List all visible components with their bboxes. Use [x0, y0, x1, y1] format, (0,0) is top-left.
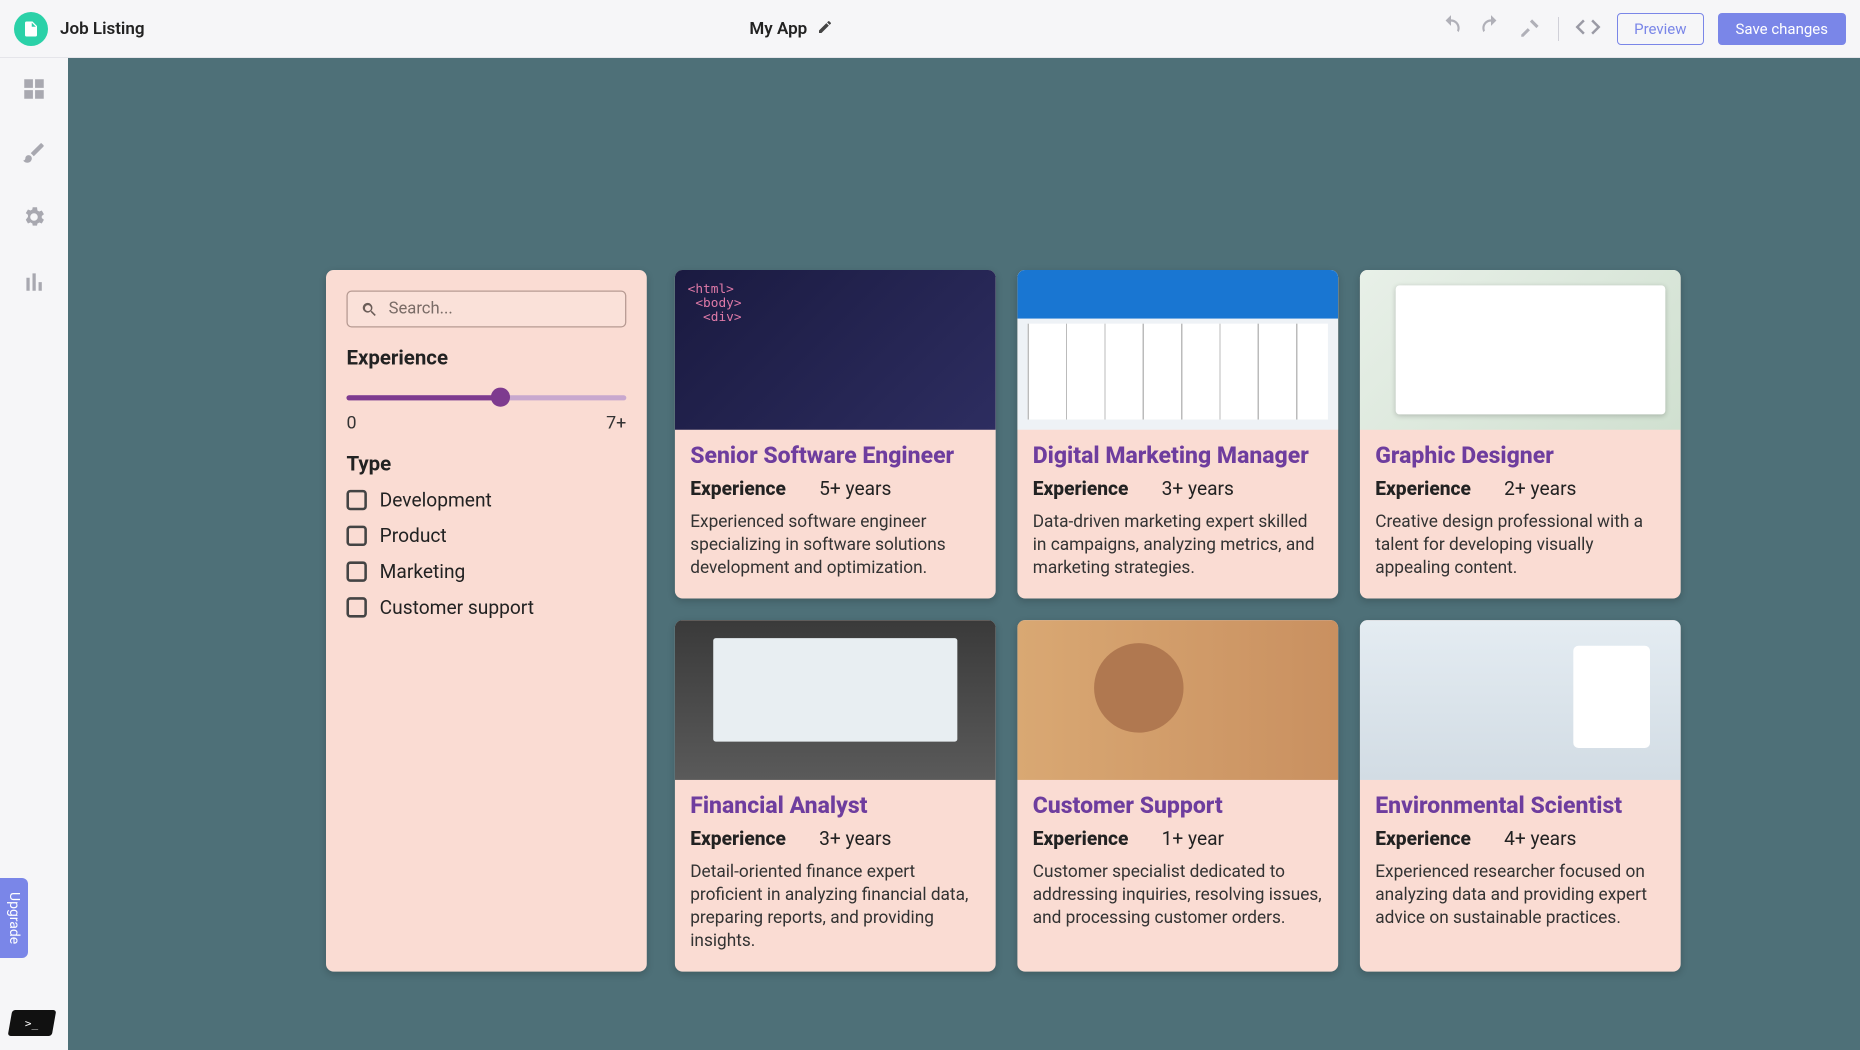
job-body: Senior Software Engineer Experience 5+ ye…: [675, 430, 996, 598]
job-image: [1017, 620, 1338, 780]
slider-thumb[interactable]: [491, 388, 510, 407]
hammer-icon[interactable]: [1518, 14, 1544, 44]
job-description: Customer specialist dedicated to address…: [1033, 860, 1323, 930]
search-box[interactable]: [346, 290, 626, 327]
type-checkbox-customer-support[interactable]: Customer support: [346, 596, 626, 619]
slider-min: 0: [346, 413, 356, 433]
job-description: Experienced software engineer specializi…: [690, 510, 980, 580]
experience-value: 2+ years: [1504, 477, 1576, 500]
job-card[interactable]: Digital Marketing Manager Experience 3+ y…: [1017, 270, 1338, 598]
experience-label: Experience: [690, 477, 786, 500]
type-label: Type: [346, 451, 626, 475]
job-title: Financial Analyst: [690, 792, 980, 819]
slider-max: 7+: [606, 413, 626, 433]
job-image: [675, 270, 996, 430]
job-image: [675, 620, 996, 780]
main-area: Upgrade >_ Experience 0 7+ Type: [0, 58, 1860, 1050]
job-card[interactable]: Financial Analyst Experience 3+ years Det…: [675, 620, 996, 971]
job-description: Data-driven marketing expert skilled in …: [1033, 510, 1323, 580]
brush-icon[interactable]: [21, 140, 47, 170]
type-list: Development Product Marketing Customer s…: [346, 489, 626, 619]
job-image: [1017, 270, 1338, 430]
canvas[interactable]: Experience 0 7+ Type Development Product…: [68, 58, 1860, 1050]
top-bar: Job Listing My App Preview Save changes: [0, 0, 1860, 58]
terminal-icon[interactable]: >_: [8, 1010, 57, 1036]
search-input[interactable]: [389, 299, 613, 318]
analytics-icon[interactable]: [21, 268, 47, 298]
job-cards-grid: Senior Software Engineer Experience 5+ ye…: [675, 270, 1681, 971]
left-rail: Upgrade >_: [0, 58, 68, 1050]
job-title: Environmental Scientist: [1375, 792, 1665, 819]
top-right-toolbar: Preview Save changes: [1438, 12, 1846, 46]
job-title: Customer Support: [1033, 792, 1323, 819]
experience-value: 3+ years: [819, 827, 891, 850]
slider-legend: 0 7+: [346, 413, 626, 433]
job-body: Environmental Scientist Experience 4+ yea…: [1360, 779, 1681, 947]
code-icon[interactable]: [1573, 12, 1603, 46]
job-body: Financial Analyst Experience 3+ years Det…: [675, 779, 996, 971]
filter-panel: Experience 0 7+ Type Development Product…: [326, 270, 647, 971]
job-body: Graphic Designer Experience 2+ years Crea…: [1360, 430, 1681, 598]
checkbox-icon: [346, 526, 366, 546]
experience-label: Experience: [1375, 477, 1471, 500]
edit-app-name-icon[interactable]: [817, 19, 833, 39]
job-title: Digital Marketing Manager: [1033, 443, 1323, 470]
job-card[interactable]: Customer Support Experience 1+ year Custo…: [1017, 620, 1338, 971]
job-card[interactable]: Graphic Designer Experience 2+ years Crea…: [1360, 270, 1681, 598]
job-body: Digital Marketing Manager Experience 3+ y…: [1017, 430, 1338, 598]
job-description: Creative design professional with a tale…: [1375, 510, 1665, 580]
experience-slider[interactable]: [346, 395, 626, 400]
grid-icon[interactable]: [21, 76, 47, 106]
undo-icon[interactable]: [1438, 14, 1464, 44]
checkbox-label: Customer support: [380, 596, 534, 619]
page-title: Job Listing: [60, 19, 145, 39]
checkbox-icon: [346, 490, 366, 510]
canvas-content: Experience 0 7+ Type Development Product…: [326, 270, 1681, 971]
job-title: Senior Software Engineer: [690, 443, 980, 470]
app-logo[interactable]: [14, 12, 48, 46]
toolbar-divider: [1558, 17, 1559, 41]
experience-label: Experience: [1033, 477, 1129, 500]
save-changes-button[interactable]: Save changes: [1718, 13, 1846, 45]
checkbox-icon: [346, 597, 366, 617]
job-description: Experienced researcher focused on analyz…: [1375, 860, 1665, 930]
experience-label: Experience: [690, 827, 786, 850]
experience-value: 4+ years: [1504, 827, 1576, 850]
job-card[interactable]: Environmental Scientist Experience 4+ yea…: [1360, 620, 1681, 971]
job-body: Customer Support Experience 1+ year Custo…: [1017, 779, 1338, 947]
top-center: My App: [157, 19, 1427, 39]
experience-label: Experience: [346, 345, 626, 369]
experience-value: 1+ year: [1162, 827, 1224, 850]
job-title: Graphic Designer: [1375, 443, 1665, 470]
experience-value: 5+ years: [819, 477, 891, 500]
experience-value: 3+ years: [1162, 477, 1234, 500]
type-checkbox-development[interactable]: Development: [346, 489, 626, 512]
job-card[interactable]: Senior Software Engineer Experience 5+ ye…: [675, 270, 996, 598]
experience-label: Experience: [1375, 827, 1471, 850]
app-name[interactable]: My App: [749, 19, 807, 39]
checkbox-label: Marketing: [380, 560, 466, 583]
job-description: Detail-oriented finance expert proficien…: [690, 860, 980, 953]
upgrade-button[interactable]: Upgrade: [0, 878, 28, 958]
redo-icon[interactable]: [1478, 14, 1504, 44]
slider-fill: [346, 395, 500, 400]
type-checkbox-product[interactable]: Product: [346, 524, 626, 547]
checkbox-label: Product: [380, 524, 447, 547]
checkbox-label: Development: [380, 489, 492, 512]
preview-button[interactable]: Preview: [1617, 13, 1703, 45]
job-image: [1360, 620, 1681, 780]
checkbox-icon: [346, 561, 366, 581]
search-icon: [361, 300, 379, 318]
gear-icon[interactable]: [21, 204, 47, 234]
experience-label: Experience: [1033, 827, 1129, 850]
type-checkbox-marketing[interactable]: Marketing: [346, 560, 626, 583]
job-image: [1360, 270, 1681, 430]
